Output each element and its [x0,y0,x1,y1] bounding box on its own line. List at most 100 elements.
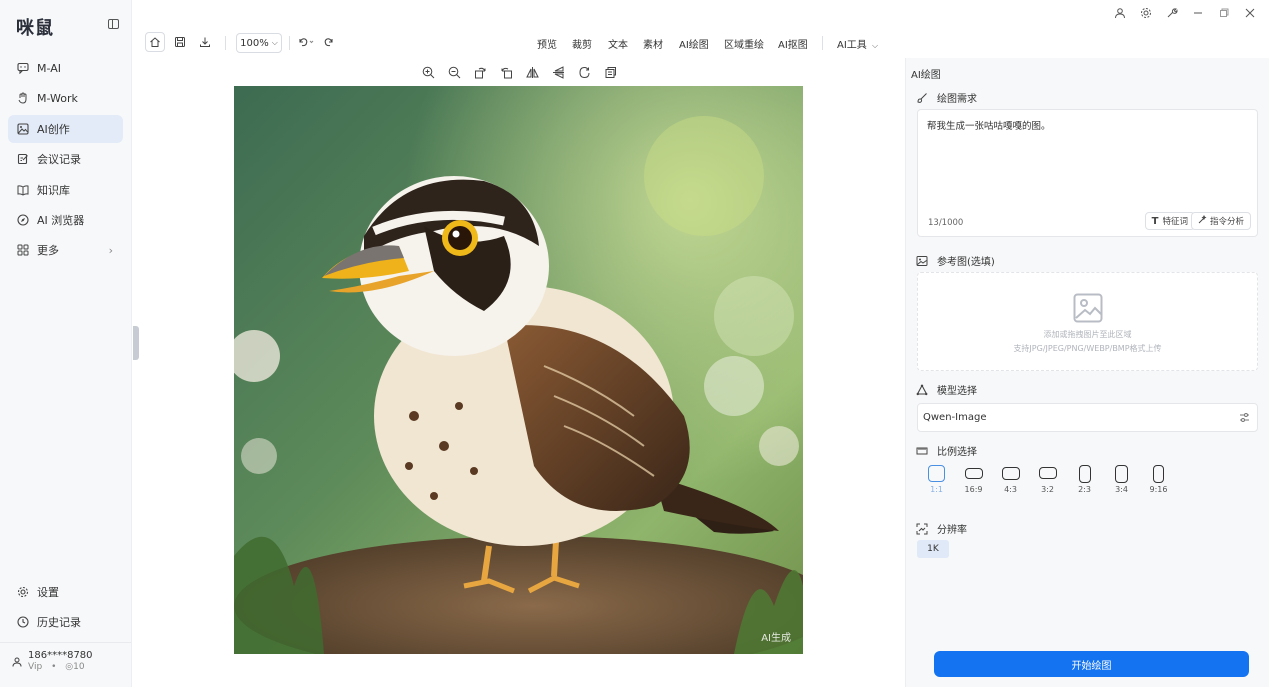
ratio-section-label: 比例选择 [916,443,977,458]
sidebar-item-m-ai[interactable]: M-AI [8,54,123,82]
ratio-portrait-shape [1115,465,1128,483]
minimize-icon[interactable] [1191,6,1205,20]
ratio-option-9-16[interactable]: 9:16 [1140,465,1177,494]
collapse-left-handle[interactable] [133,326,139,360]
undo-button[interactable] [294,32,318,52]
download-button[interactable] [195,32,215,52]
upload-hint-formats: 支持JPG/JPEG/PNG/WEBP/BMP格式上传 [1013,344,1162,353]
sidebar-item-history[interactable]: 历史记录 [8,608,123,636]
wrench-icon[interactable] [1165,6,1179,20]
ratio-label: 2:3 [1078,485,1091,494]
zoom-out-icon[interactable] [446,64,462,80]
model-select[interactable]: Qwen-Image [917,403,1258,432]
ratio-option-3-4[interactable]: 3:4 [1103,465,1140,494]
flip-horizontal-icon[interactable] [524,64,540,80]
zoom-value: 100% [240,37,269,49]
zoom-select[interactable]: 100% ⌵ [236,33,282,53]
sidebar-item-knowledge[interactable]: 知识库 [8,176,123,204]
ratio-label: 3:2 [1041,485,1054,494]
ratio-option-3-2[interactable]: 3:2 [1029,465,1066,494]
reference-label-text: 参考图(选填) [937,257,995,268]
user-icon[interactable] [1113,6,1127,20]
sidebar-item-meeting[interactable]: 会议记录 [8,145,123,173]
generated-image[interactable]: AI生成 [234,86,803,654]
sidebar-item-ai-create[interactable]: AI创作 [8,114,123,143]
redo-button[interactable] [318,32,338,52]
ratio-landscape-shape [1038,467,1057,479]
menu-material[interactable]: 素材 [643,36,663,51]
ratio-landscape-shape [1001,467,1020,480]
menu-crop[interactable]: 裁剪 [572,36,592,51]
model-section-label: 模型选择 [916,382,977,397]
sliders-icon[interactable] [1239,412,1250,426]
model-value: Qwen-Image [923,412,987,423]
start-drawing-button[interactable]: 开始绘图 [934,651,1249,677]
compass-icon [17,214,29,226]
ratio-label: 1:1 [930,485,943,494]
rotate-left-icon[interactable] [498,64,514,80]
ratio-option-1-1[interactable]: 1:1 [918,465,955,494]
feature-words-label: 特征词 [1162,217,1188,227]
menu-region-redraw[interactable]: 区域重绘 [724,36,764,51]
resolution-section-label: 分辨率 [916,521,967,536]
prompt-value: 帮我生成一张咕咕嘎嘎的图。 [927,121,1051,132]
menu-ai-cutout[interactable]: AI抠图 [778,36,808,51]
prompt-textarea[interactable]: 帮我生成一张咕咕嘎嘎的图。 13/1000 T 特征词 指令分析 [917,109,1258,237]
home-icon [150,37,160,47]
save-button[interactable] [170,32,190,52]
resolution-option-1k[interactable]: 1K [917,540,949,558]
wand-icon [1198,214,1207,227]
ratio-tall-shape [1153,465,1164,483]
flip-vertical-icon[interactable] [550,64,566,80]
ratio-option-4-3[interactable]: 4:3 [992,465,1029,494]
user-profile[interactable]: 186****8780 Vip • ◎10 [0,642,131,687]
reference-upload-area[interactable]: 添加或拖拽图片至此区域 支持JPG/JPEG/PNG/WEBP/BMP格式上传 [917,272,1258,371]
feature-words-button[interactable]: T 特征词 [1144,212,1195,230]
settings-icon[interactable] [1139,6,1153,20]
toolbar-divider [822,36,823,50]
ratio-label-text: 比例选择 [937,447,977,458]
reference-section-label: 参考图(选填) [916,253,995,268]
ratio-option-2-3[interactable]: 2:3 [1066,465,1103,494]
image-icon [17,123,29,135]
ratio-wide-shape [964,468,983,479]
prompt-section-label: 绘图需求 [916,90,977,105]
sidebar-toggle-icon[interactable] [108,19,119,29]
analyze-button[interactable]: 指令分析 [1190,212,1251,230]
zoom-in-icon[interactable] [420,64,436,80]
upload-hint-primary: 添加或拖拽图片至此区域 [1043,330,1132,339]
sidebar-item-label: M-AI [37,61,61,75]
ai-watermark: AI生成 [761,633,791,644]
note-icon [17,153,29,165]
triangle-nodes-icon [916,383,928,396]
resolution-label-text: 分辨率 [937,525,967,536]
ratio-option-16-9[interactable]: 16:9 [955,465,992,494]
menu-ai-tools[interactable]: AI工具 ⌵ [837,36,878,51]
brush-icon [916,92,928,104]
sidebar-item-settings[interactable]: 设置 [8,578,123,606]
menu-text[interactable]: 文本 [608,36,628,51]
resolution-icon [916,523,928,535]
sidebar-item-label: 设置 [37,586,59,599]
close-icon[interactable] [1243,6,1257,20]
sidebar-item-browser[interactable]: AI 浏览器 [8,206,123,234]
app-logo: 咪鼠 [16,18,54,39]
rotate-right-icon[interactable] [472,64,488,80]
book-icon [17,184,29,196]
upload-image-icon [1073,293,1103,326]
menu-preview[interactable]: 预览 [537,36,557,51]
restore-icon[interactable] [1217,6,1231,20]
sidebar-item-more[interactable]: 更多 › [8,236,123,264]
sidebar-item-label: 知识库 [37,183,70,197]
grid-icon [17,244,29,256]
menu-ai-draw[interactable]: AI绘图 [679,36,709,51]
user-meta-separator: • [51,662,57,672]
user-phone: 186****8780 [28,650,93,661]
home-button[interactable] [145,32,165,52]
text-icon: T [1151,215,1159,227]
sidebar-item-m-work[interactable]: M-Work [8,84,123,112]
copy-icon[interactable] [602,64,618,80]
reset-icon[interactable] [576,64,592,80]
sidebar-item-label: AI 浏览器 [37,213,85,227]
save-icon [175,37,185,47]
